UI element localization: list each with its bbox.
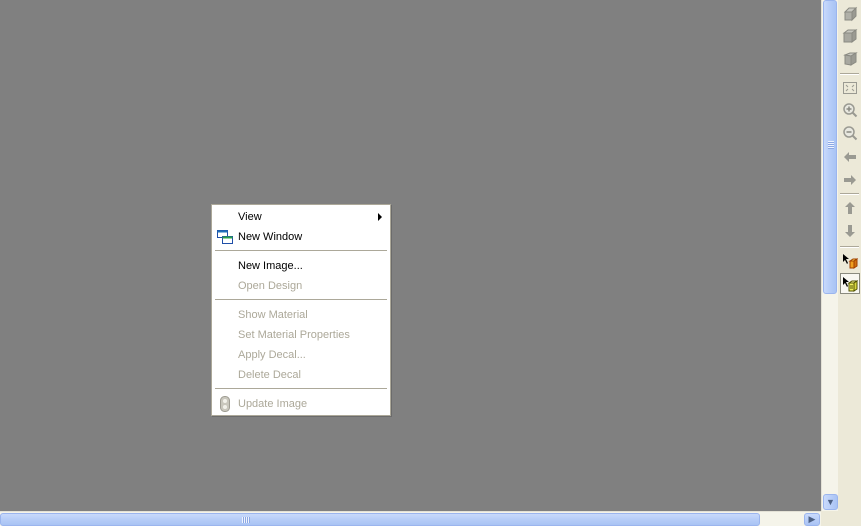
menu-item-delete-decal-label: Delete Decal xyxy=(238,369,301,381)
pan-down-icon xyxy=(845,224,855,237)
chevron-down-icon: ▼ xyxy=(826,497,835,507)
select-part-button[interactable] xyxy=(840,250,860,271)
menu-item-new-window-label: New Window xyxy=(238,231,303,243)
view-toolbar xyxy=(838,0,861,526)
submenu-arrow-icon xyxy=(378,213,382,221)
menu-item-new-image[interactable]: New Image... xyxy=(214,256,388,276)
scroll-grip-icon xyxy=(828,141,834,149)
zoom-in-button[interactable] xyxy=(840,99,860,120)
zoom-out-button[interactable] xyxy=(840,122,860,143)
menu-separator xyxy=(215,250,387,251)
menu-item-new-image-label: New Image... xyxy=(238,260,303,272)
menu-item-new-window[interactable]: New Window xyxy=(214,227,388,247)
menu-item-open-design[interactable]: Open Design xyxy=(214,276,388,296)
vertical-scroll-thumb[interactable] xyxy=(823,0,837,294)
isometric-view-button[interactable] xyxy=(840,3,860,24)
pan-up-icon xyxy=(845,201,855,214)
toolbar-separator xyxy=(840,193,859,195)
new-window-icon xyxy=(217,230,233,244)
isometric-view-icon xyxy=(843,6,858,21)
horizontal-scroll-thumb[interactable] xyxy=(0,513,760,526)
update-image-icon xyxy=(220,396,230,412)
menu-item-open-design-label: Open Design xyxy=(238,280,303,292)
pan-right-icon xyxy=(844,174,856,185)
menu-separator xyxy=(215,299,387,300)
dimetric-view-icon xyxy=(842,28,858,43)
menu-separator xyxy=(215,388,387,389)
chevron-right-icon: ▶ xyxy=(808,514,816,524)
trimetric-view-button[interactable] xyxy=(840,48,860,69)
scroll-down-button[interactable]: ▼ xyxy=(823,494,838,510)
toolbar-separator xyxy=(840,246,859,248)
pan-up-button[interactable] xyxy=(840,197,860,218)
zoom-to-fit-button[interactable] xyxy=(840,77,860,98)
context-menu: View New Window New Image... Open Design… xyxy=(211,204,391,416)
scroll-grip-icon xyxy=(242,517,250,523)
pan-left-button[interactable] xyxy=(840,146,860,167)
zoom-out-icon xyxy=(843,125,858,140)
pan-left-icon xyxy=(844,151,856,162)
menu-item-set-material-properties-label: Set Material Properties xyxy=(238,329,350,341)
render-canvas[interactable] xyxy=(0,0,821,511)
select-face-icon xyxy=(843,276,858,292)
horizontal-scrollbar[interactable]: ▶ xyxy=(0,511,821,526)
toolbar-separator xyxy=(840,73,859,75)
menu-item-update-image[interactable]: Update Image xyxy=(214,394,388,414)
pan-down-button[interactable] xyxy=(840,220,860,241)
menu-item-update-image-label: Update Image xyxy=(238,398,308,410)
pan-right-button[interactable] xyxy=(840,169,860,190)
menu-item-show-material-label: Show Material xyxy=(238,309,308,321)
menu-item-view-label: View xyxy=(238,211,262,223)
menu-item-delete-decal[interactable]: Delete Decal xyxy=(214,365,388,385)
trimetric-view-icon xyxy=(843,51,858,66)
select-face-button[interactable] xyxy=(840,273,860,294)
menu-item-view[interactable]: View xyxy=(214,207,388,227)
vertical-scrollbar[interactable]: ▼ xyxy=(821,0,838,511)
menu-item-apply-decal[interactable]: Apply Decal... xyxy=(214,345,388,365)
zoom-in-icon xyxy=(843,102,858,117)
dimetric-view-button[interactable] xyxy=(840,25,860,46)
zoom-to-fit-icon xyxy=(843,81,857,94)
scroll-right-button[interactable]: ▶ xyxy=(804,513,820,526)
select-part-icon xyxy=(843,253,858,269)
menu-item-apply-decal-label: Apply Decal... xyxy=(238,349,306,361)
menu-item-set-material-properties[interactable]: Set Material Properties xyxy=(214,325,388,345)
menu-item-show-material[interactable]: Show Material xyxy=(214,305,388,325)
